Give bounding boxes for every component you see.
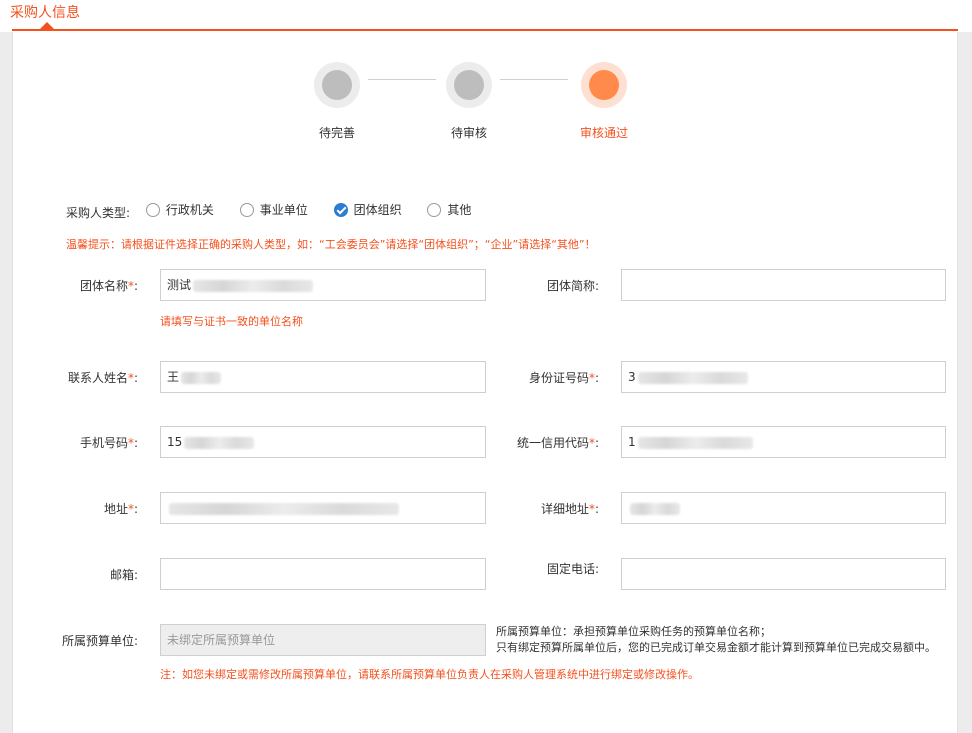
step-dot-icon <box>454 70 484 100</box>
budget-unit-label: 所属预算单位: <box>61 634 138 648</box>
step-pending-review: 待审核 <box>409 62 529 141</box>
radio-group-organization[interactable]: 团体组织 <box>333 201 402 218</box>
radio-label: 事业单位 <box>259 203 308 217</box>
org-name-hint: 请填写与证书一致的单位名称 <box>160 315 303 328</box>
tab-caret <box>40 22 54 29</box>
credit-code-input[interactable]: 1 <box>621 426 946 458</box>
landline-label: 固定电话: <box>546 562 599 576</box>
contact-name-label: 联系人姓名*: <box>67 371 138 385</box>
email-label: 邮箱: <box>109 568 138 582</box>
phone-label: 手机号码*: <box>79 436 138 450</box>
id-number-input[interactable]: 3 <box>621 361 946 393</box>
radio-public-institution[interactable]: 事业单位 <box>239 201 308 218</box>
page-header: 采购人信息 <box>0 0 972 32</box>
step-label: 待审核 <box>450 126 487 140</box>
budget-unit-bottom-note: 注：如您未绑定或需修改所属预算单位，请联系所属预算单位负责人在采购人管理系统中进… <box>160 668 699 681</box>
radio-checked-icon <box>333 202 348 217</box>
radio-admin-agency[interactable]: 行政机关 <box>145 201 214 218</box>
budget-unit-note-2: 只有绑定预算所属单位后，您的已完成订单交易金额才能计算到预算单位已完成交易额中。 <box>496 641 936 654</box>
address-label: 地址*: <box>103 502 138 516</box>
purchaser-type-row: 采购人类型: 行政机关 事业单位 团体组织 其他 <box>66 201 493 221</box>
step-approved: 审核通过 <box>544 62 664 141</box>
org-short-input[interactable] <box>621 269 946 301</box>
detail-address-input[interactable] <box>621 492 946 524</box>
radio-other[interactable]: 其他 <box>427 201 471 218</box>
step-dot-icon <box>322 70 352 100</box>
radio-label: 行政机关 <box>165 203 214 217</box>
org-short-label: 团体简称: <box>546 279 599 293</box>
purchaser-type-tip: 温馨提示：请根据证件选择正确的采购人类型，如：“工会委员会”请选择“团体组织”；… <box>66 238 596 251</box>
radio-unchecked-icon <box>145 202 160 217</box>
step-dot-icon <box>589 70 619 100</box>
credit-code-label: 统一信用代码*: <box>516 436 599 450</box>
radio-label: 其他 <box>447 203 472 217</box>
phone-input[interactable]: 15 <box>160 426 486 458</box>
page-title: 采购人信息 <box>10 5 80 21</box>
radio-unchecked-icon <box>427 202 442 217</box>
id-number-label: 身份证号码*: <box>528 371 599 385</box>
step-pending-complete: 待完善 <box>277 62 397 141</box>
email-input[interactable] <box>160 558 486 590</box>
detail-address-label: 详细地址*: <box>540 502 599 516</box>
purchaser-type-label: 采购人类型: <box>66 205 131 220</box>
step-label: 审核通过 <box>579 126 628 140</box>
radio-label: 团体组织 <box>353 203 402 217</box>
org-name-input[interactable]: 测试 <box>160 269 486 301</box>
contact-name-input[interactable]: 王 <box>160 361 486 393</box>
budget-unit-input[interactable]: 未绑定所属预算单位 <box>160 624 486 656</box>
org-name-label: 团体名称*: <box>79 279 138 293</box>
radio-unchecked-icon <box>239 202 254 217</box>
landline-input[interactable] <box>621 558 946 590</box>
address-input[interactable] <box>160 492 486 524</box>
step-label: 待完善 <box>318 126 355 140</box>
header-divider <box>12 29 958 31</box>
budget-unit-note-1: 所属预算单位：承担预算单位采购任务的预算单位名称； <box>496 625 771 638</box>
